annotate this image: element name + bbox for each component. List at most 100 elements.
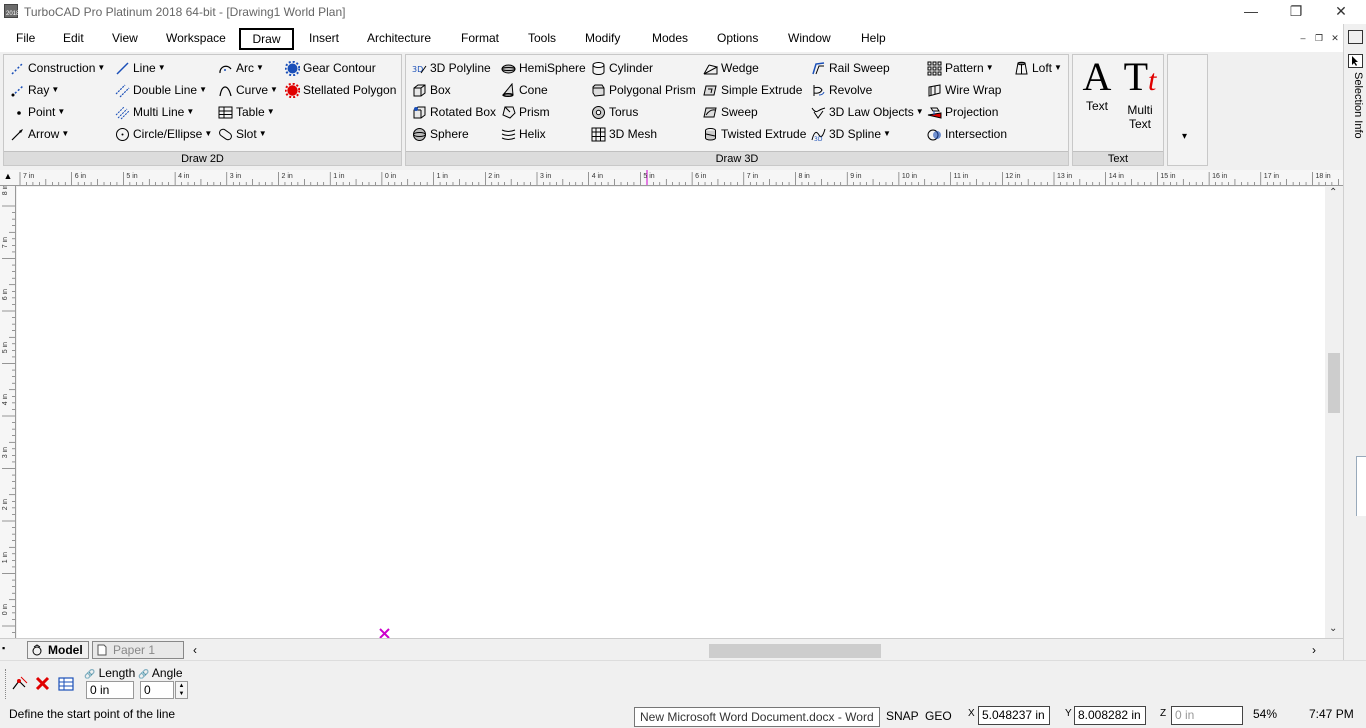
cursor-icon[interactable] xyxy=(1348,54,1363,68)
menu-tools[interactable]: Tools xyxy=(520,28,564,50)
rail-sweep-tool[interactable]: Rail Sweep xyxy=(811,58,890,78)
intersection-tool[interactable]: Intersection xyxy=(927,124,1007,144)
3d-law-objects-tool[interactable]: 3D Law Objects ▼ xyxy=(811,102,924,122)
length-lock-icon[interactable]: 🔗 xyxy=(84,669,95,679)
simple-extrude-tool[interactable]: Simple Extrude xyxy=(703,80,802,100)
cancel-icon[interactable] xyxy=(34,675,52,693)
text-group-label: Text xyxy=(1073,151,1163,165)
multi-text-tool[interactable]: Tt Multi Text xyxy=(1119,55,1161,132)
selection-info-panel-tab[interactable]: Selection Info xyxy=(1343,24,1366,664)
circle-ellipse-tool[interactable]: Circle/Ellipse ▼ xyxy=(115,124,212,144)
twisted-extrude-tool[interactable]: Twisted Extrude xyxy=(703,124,806,144)
ruler-origin-icon[interactable]: ▲ xyxy=(2,171,14,184)
horizontal-scroll-thumb[interactable] xyxy=(709,644,881,658)
cone-tool[interactable]: Cone xyxy=(501,80,548,100)
vertical-scroll-thumb[interactable] xyxy=(1328,353,1340,413)
wedge-tool[interactable]: Wedge xyxy=(703,58,759,78)
length-input[interactable]: 0 in xyxy=(86,681,134,699)
menu-view[interactable]: View xyxy=(104,28,146,50)
polygonal-prism-tool[interactable]: Polygonal Prism xyxy=(591,80,696,100)
arrow-tool[interactable]: Arrow ▼ xyxy=(10,124,69,144)
menu-edit[interactable]: Edit xyxy=(55,28,92,50)
menu-window[interactable]: Window xyxy=(780,28,839,50)
helix-label: Helix xyxy=(519,127,546,141)
ray-tool[interactable]: Ray ▼ xyxy=(10,80,59,100)
menu-architecture[interactable]: Architecture xyxy=(359,28,439,50)
line-tool[interactable]: Line ▼ xyxy=(115,58,166,78)
pattern-tool[interactable]: Pattern ▼ xyxy=(927,58,994,78)
projection-tool[interactable]: Projection xyxy=(927,102,998,122)
properties-icon[interactable] xyxy=(57,675,75,693)
z-coordinate-field[interactable]: 0 in xyxy=(1171,706,1243,725)
mdi-restore-button[interactable]: ❐ xyxy=(1313,32,1325,44)
menu-workspace[interactable]: Workspace xyxy=(158,28,234,50)
box-tool[interactable]: Box xyxy=(412,80,451,100)
close-button[interactable]: ✕ xyxy=(1326,2,1356,22)
double-line-tool[interactable]: Double Line ▼ xyxy=(115,80,207,100)
point-label: Point xyxy=(28,105,56,119)
revolve-tool[interactable]: Revolve xyxy=(811,80,872,100)
hscroll-right-icon[interactable]: › xyxy=(1312,643,1316,657)
menu-modify[interactable]: Modify xyxy=(577,28,628,50)
torus-tool[interactable]: Torus xyxy=(591,102,638,122)
menu-format[interactable]: Format xyxy=(453,28,507,50)
curve-tool[interactable]: Curve ▼ xyxy=(218,80,278,100)
mdi-minimize-button[interactable]: – xyxy=(1297,32,1309,44)
angle-lock-icon[interactable]: 🔗 xyxy=(138,669,149,679)
box-label: Box xyxy=(430,83,451,97)
ruler-label: 6 in xyxy=(74,173,86,180)
rotated-box-tool[interactable]: Rotated Box xyxy=(412,102,496,122)
angle-spinner[interactable]: ▲ ▼ xyxy=(175,681,188,699)
sweep-tool[interactable]: Sweep xyxy=(703,102,758,122)
tab-model[interactable]: Model xyxy=(27,641,89,659)
minimize-button[interactable]: — xyxy=(1236,2,1266,22)
3d-polyline-tool[interactable]: 3D 3D Polyline xyxy=(412,58,491,78)
scroll-up-icon[interactable]: ⌃ xyxy=(1329,187,1337,198)
tab-paper-1[interactable]: Paper 1 xyxy=(92,641,184,659)
slot-tool[interactable]: Slot ▼ xyxy=(218,124,267,144)
ribbon-overflow-button[interactable]: ▾ xyxy=(1182,131,1187,142)
construction-tool[interactable]: Construction ▼ xyxy=(10,58,105,78)
vertical-scrollbar[interactable]: ⌃ ⌄ xyxy=(1325,187,1343,638)
menu-insert[interactable]: Insert xyxy=(301,28,347,50)
menu-draw[interactable]: Draw xyxy=(239,28,294,50)
hemisphere-tool[interactable]: HemiSphere xyxy=(501,58,586,78)
zoom-level[interactable]: 54% xyxy=(1253,707,1277,721)
prism-tool[interactable]: Prism xyxy=(501,102,550,122)
helix-tool[interactable]: Helix xyxy=(501,124,546,144)
3d-spline-tool[interactable]: 3D 3D Spline ▼ xyxy=(811,124,891,144)
hscroll-left-icon[interactable]: ‹ xyxy=(193,643,197,657)
gear-contour-tool[interactable]: Gear Contour xyxy=(284,58,376,78)
hemisphere-label: HemiSphere xyxy=(519,61,586,75)
stellated-polygon-tool[interactable]: Stellated Polygon xyxy=(284,80,396,100)
mdi-close-button[interactable]: ✕ xyxy=(1329,32,1341,44)
x-coord-icon: X xyxy=(968,708,975,719)
finish-icon[interactable] xyxy=(11,675,29,693)
text-tool[interactable]: A Text xyxy=(1077,55,1117,114)
loft-tool[interactable]: Loft ▼ xyxy=(1014,58,1062,78)
selection-info-label[interactable]: Selection Info xyxy=(1348,72,1364,152)
drawing-canvas[interactable] xyxy=(17,187,1325,639)
vertical-ruler: 8 in 7 in 6 in 5 in 4 in 3 in 2 in 1 in 0 in xyxy=(0,186,16,638)
3d-mesh-tool[interactable]: 3D Mesh xyxy=(591,124,657,144)
sphere-tool[interactable]: Sphere xyxy=(412,124,469,144)
wire-wrap-tool[interactable]: Wire Wrap xyxy=(927,80,1001,100)
menu-file[interactable]: File xyxy=(8,28,43,50)
menu-modes[interactable]: Modes xyxy=(644,28,696,50)
y-coordinate-field[interactable]: 8.008282 in xyxy=(1074,706,1146,725)
x-coordinate-field[interactable]: 5.048237 in xyxy=(978,706,1050,725)
menu-options[interactable]: Options xyxy=(709,28,766,50)
panel-settings-icon[interactable] xyxy=(1348,30,1363,44)
scroll-down-icon[interactable]: ⌄ xyxy=(1329,623,1337,634)
geo-toggle[interactable]: GEO xyxy=(925,709,952,723)
point-tool[interactable]: Point ▼ xyxy=(10,102,65,122)
arc-tool[interactable]: Arc ▼ xyxy=(218,58,264,78)
snap-toggle[interactable]: SNAP xyxy=(886,709,919,723)
tab-nav-icon[interactable]: ▪ xyxy=(2,643,10,657)
multi-line-tool[interactable]: Multi Line ▼ xyxy=(115,102,194,122)
cylinder-tool[interactable]: Cylinder xyxy=(591,58,653,78)
table-tool[interactable]: Table ▼ xyxy=(218,102,275,122)
angle-input[interactable]: 0 xyxy=(140,681,174,699)
restore-button[interactable]: ❐ xyxy=(1281,2,1311,22)
menu-help[interactable]: Help xyxy=(853,28,894,50)
